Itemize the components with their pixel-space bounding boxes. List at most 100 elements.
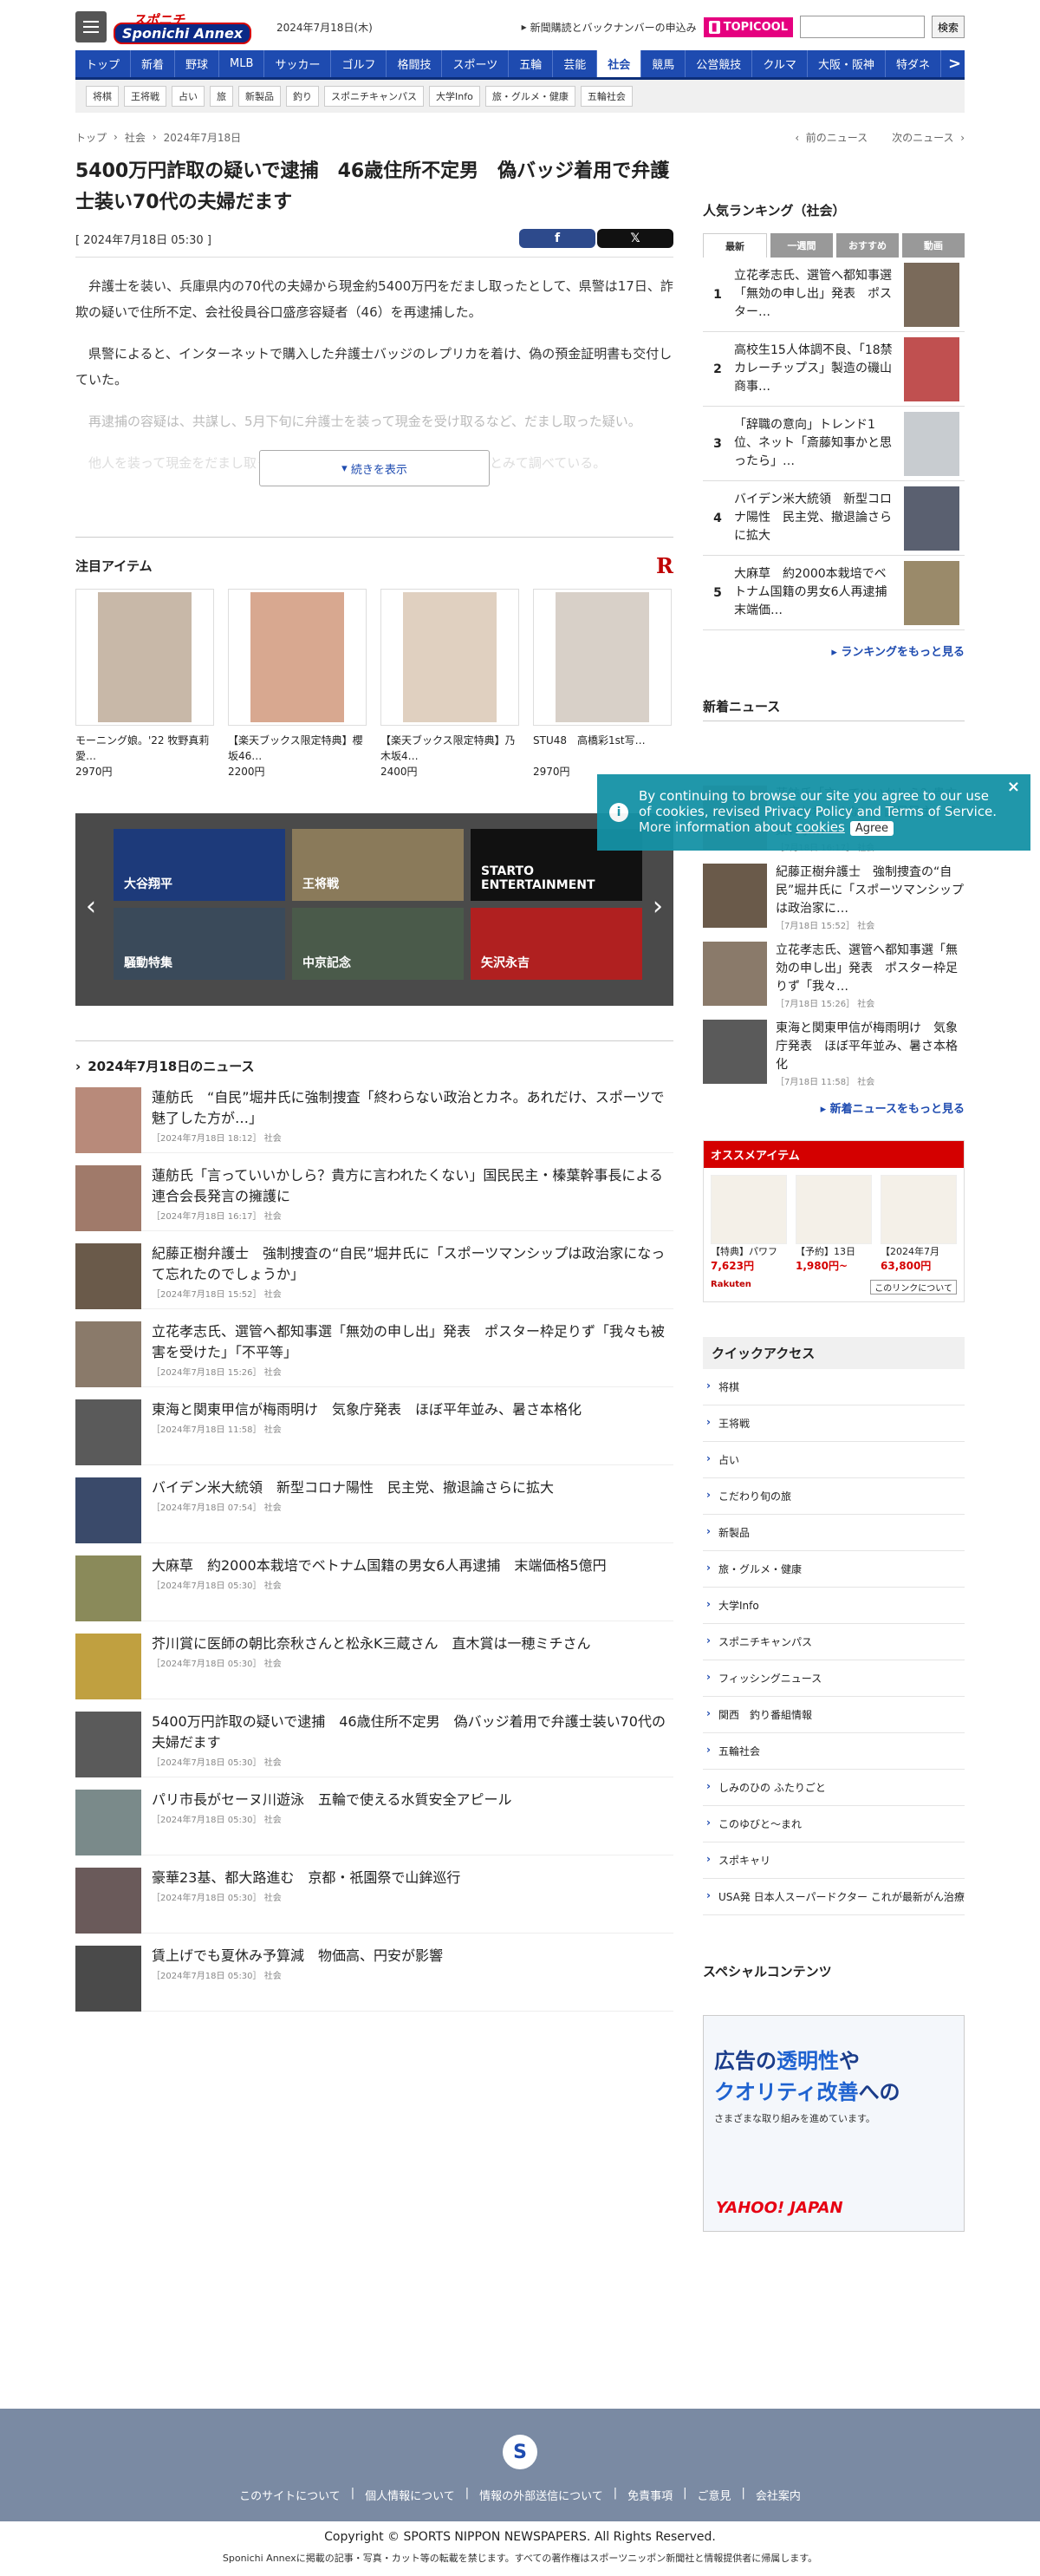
carousel-tile[interactable]: 中京記念 (292, 908, 464, 980)
news-item[interactable]: 豪華23基、都大路進む 京都・祇園祭で山鉾巡行 ［2024年7月18日 05:30… (75, 1868, 673, 1934)
quick-access-link[interactable]: 関西 釣り番組情報 (703, 1697, 965, 1733)
subnav-item[interactable]: スポニチキャンパス (324, 86, 424, 107)
news-item[interactable]: 紀藤正樹弁護士 強制捜査の“自民”堀井氏に「スポーツマンシップは政治家になって忘… (75, 1243, 673, 1309)
quick-access-link[interactable]: しみのひの ふたりごと (703, 1770, 965, 1806)
gnav-item[interactable]: 社会 (597, 50, 642, 77)
item-image[interactable] (533, 589, 672, 726)
next-news-link[interactable]: 次のニュース › (892, 130, 965, 145)
agree-button[interactable]: Agree (849, 821, 894, 836)
quick-access-link[interactable]: スポニチキャンパス (703, 1624, 965, 1660)
gnav-item[interactable]: トップ (75, 50, 132, 77)
subscribe-link[interactable]: ▸ 新聞購読とバックナンバーの申込み (522, 20, 697, 35)
news-item[interactable]: 賃上げでも夏休み予算減 物価高、円安が影響 ［2024年7月18日 05:30］ … (75, 1946, 673, 2012)
gnav-item[interactable]: 公営競技 (686, 50, 753, 77)
gnav-item[interactable]: 特ダネ (886, 50, 941, 77)
quick-access-link[interactable]: 旅・グルメ・健康 (703, 1551, 965, 1588)
gnav-item[interactable]: クルマ (752, 50, 808, 77)
news-item[interactable]: 5400万円詐取の疑いで逮捕 46歳住所不定男 偽バッジ着用で弁護士装い70代の… (75, 1712, 673, 1777)
subnav-item[interactable]: 新製品 (238, 86, 281, 107)
footer-link[interactable]: 情報の外部送信について (479, 2487, 603, 2503)
subnav-item[interactable]: 将棋 (86, 86, 119, 107)
carousel-prev-icon[interactable]: ‹ (86, 891, 96, 922)
gnav-item[interactable]: 芸能 (553, 50, 598, 77)
item-image[interactable] (75, 589, 214, 726)
gnav-item[interactable]: 競馬 (641, 50, 686, 77)
carousel-tile[interactable]: 大谷翔平 (114, 829, 285, 901)
gnav-item[interactable]: サッカー (264, 50, 332, 77)
cookie-link[interactable]: cookies (796, 819, 845, 835)
ranking-tab[interactable]: 動画 (902, 233, 965, 258)
quick-access-link[interactable]: 新製品 (703, 1515, 965, 1551)
subnav-item[interactable]: 旅 (210, 86, 233, 107)
breadcrumb-section[interactable]: 社会 (125, 130, 146, 145)
subnav-item[interactable]: 旅・グルメ・健康 (484, 86, 575, 107)
quick-access-link[interactable]: こだわり旬の旅 (703, 1478, 965, 1515)
news-item[interactable]: 蓮舫氏 “自民”堀井氏に強制捜査「終わらない政治とカネ。あれだけ、スポーツで魅了… (75, 1087, 673, 1153)
item-card[interactable]: 【楽天ブックス限定特典】櫻坂46… 2200円 (228, 589, 367, 779)
chevron-right-icon[interactable]: > (941, 50, 965, 77)
facebook-share-button[interactable]: f (519, 229, 595, 248)
prev-news-link[interactable]: ‹ 前のニュース (795, 130, 868, 145)
search-button[interactable]: 検索 (931, 16, 965, 38)
search-input[interactable] (799, 16, 925, 38)
ranking-item[interactable]: 3 「辞職の意向」トレンド1位、ネット「斎藤知事かと思ったら」… (703, 407, 965, 481)
quick-access-link[interactable]: USA発 日本人スーパードクター これが最新がん治療 (703, 1879, 965, 1915)
subnav-item[interactable]: 占い (172, 86, 205, 107)
recommended-item[interactable]: 【2024年7月 63,800円 (881, 1175, 957, 1273)
carousel-next-icon[interactable]: › (653, 891, 663, 922)
carousel-tile[interactable]: 矢沢永吉 (471, 908, 642, 980)
ranking-item[interactable]: 2 高校生15人体調不良、「18禁カレーチップス」製造の磯山商事… (703, 332, 965, 407)
quick-access-link[interactable]: スポキャリ (703, 1842, 965, 1879)
footer-link[interactable]: ご意見 (698, 2487, 731, 2503)
new-news-item[interactable]: 東海と関東甲信が梅雨明け 気象庁発表 ほぼ平年並み、暑さ本格化 ［7月18日 11… (703, 1020, 965, 1087)
show-more-button[interactable]: ▾ 続きを表示 (259, 450, 490, 486)
news-item[interactable]: 東海と関東甲信が梅雨明け 気象庁発表 ほぼ平年並み、暑さ本格化 ［2024年7月1… (75, 1399, 673, 1465)
gnav-item[interactable]: 新着 (131, 50, 176, 77)
quick-access-link[interactable]: 占い (703, 1442, 965, 1478)
news-item[interactable]: 蓮舫氏「言っていいかしら？貴方に言われたくない」国民民主・榛葉幹事長による連合会… (75, 1165, 673, 1231)
recommended-item[interactable]: 【特典】パワフ 7,623円 (711, 1175, 787, 1273)
quick-access-link[interactable]: 大学Info (703, 1588, 965, 1624)
site-logo[interactable]: スポニチ Sponichi Annex (114, 10, 263, 44)
ranking-item[interactable]: 4 バイデン米大統領 新型コロナ陽性 民主党、撤退論さらに拡大 (703, 481, 965, 556)
close-icon[interactable]: × (1007, 779, 1020, 795)
gnav-item[interactable]: MLB (219, 50, 265, 77)
news-item[interactable]: 大麻草 約2000本栽培でベトナム国籍の男女6人再逮捕 末端価格5億円 ［2024… (75, 1555, 673, 1621)
topicool-banner[interactable]: ▮ TOPICOOL (703, 16, 793, 37)
x-share-button[interactable]: 𝕏 (597, 229, 673, 248)
breadcrumb-date[interactable]: 2024年7月18日 (164, 130, 241, 145)
gnav-item[interactable]: スポーツ (442, 50, 510, 77)
news-item[interactable]: バイデン米大統領 新型コロナ陽性 民主党、撤退論さらに拡大 ［2024年7月18日… (75, 1477, 673, 1543)
ad-banner[interactable]: 広告の透明性や クオリティ改善への さまざまな取り組みを進めています。 YAHOO… (703, 2015, 965, 2232)
recommended-item[interactable]: 【予約】13日 1,980円~ (796, 1175, 872, 1273)
ranking-item[interactable]: 5 大麻草 約2000本栽培でベトナム国籍の男女6人再逮捕 末端価… (703, 556, 965, 630)
item-card[interactable]: STU48 高橋彩1st写… 2970円 (533, 589, 672, 779)
ranking-tab[interactable]: 最新 (703, 233, 767, 258)
gnav-item[interactable]: ゴルフ (331, 50, 387, 77)
carousel-tile[interactable]: 騒動特集 (114, 908, 285, 980)
quick-access-link[interactable]: フィッシングニュース (703, 1660, 965, 1697)
item-image[interactable] (228, 589, 367, 726)
gnav-item[interactable]: 格闘技 (387, 50, 443, 77)
gnav-item[interactable]: 大阪・阪神 (808, 50, 886, 77)
carousel-tile[interactable]: 王将戦 (292, 829, 464, 901)
quick-access-link[interactable]: このゆびと〜まれ (703, 1806, 965, 1842)
subnav-item[interactable]: 釣り (286, 86, 319, 107)
item-image[interactable] (380, 589, 519, 726)
subnav-item[interactable]: 大学Info (429, 86, 480, 107)
ranking-tab[interactable]: おすすめ (836, 233, 899, 258)
new-news-item[interactable]: 立花孝志氏、選管へ都知事選「無効の申し出」発表 ポスター枠足りず「我々… ［7月1… (703, 942, 965, 1009)
news-item[interactable]: 立花孝志氏、選管へ都知事選「無効の申し出」発表 ポスター枠足りず「我々も被害を受… (75, 1321, 673, 1387)
footer-link[interactable]: 会社案内 (756, 2487, 801, 2503)
footer-link[interactable]: このサイトについて (239, 2487, 341, 2503)
quick-access-link[interactable]: 将棋 (703, 1369, 965, 1405)
new-news-more-link[interactable]: ▸ 新着ニュースをもっと見る (703, 1099, 965, 1116)
footer-link[interactable]: 個人情報について (365, 2487, 455, 2503)
news-item[interactable]: パリ市長がセーヌ川遊泳 五輪で使える水質安全アピール ［2024年7月18日 05… (75, 1790, 673, 1855)
item-card[interactable]: 【楽天ブックス限定特典】乃木坂4… 2400円 (380, 589, 519, 779)
breadcrumb-top[interactable]: トップ (75, 130, 107, 145)
gnav-item[interactable]: 野球 (175, 50, 220, 77)
subnav-item[interactable]: 五輪社会 (580, 86, 633, 107)
quick-access-link[interactable]: 王将戦 (703, 1405, 965, 1442)
gnav-item[interactable]: 五輪 (509, 50, 554, 77)
